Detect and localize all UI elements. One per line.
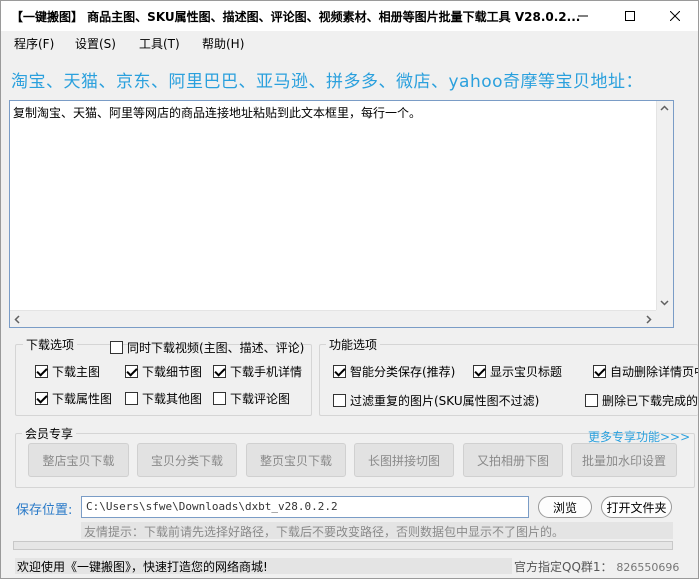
download-main-box[interactable] [35,365,48,378]
status-bar: 欢迎使用《一键搬图》，快速打造您的网络商城! 官方指定QQ群1： 8265506… [9,556,692,576]
download-main-label: 下载主图 [52,365,101,379]
filter-duplicate-checkbox[interactable]: 过滤重复的图片(SKU属性图不过滤) [333,392,539,409]
url-textarea-text: 复制淘宝、天猫、阿里等网店的商品连接地址粘贴到此文本框里，每行一个。 [13,106,422,120]
download-other-checkbox[interactable]: 下载其他图 [125,390,202,407]
download-detail-checkbox[interactable]: 下载细节图 [125,363,202,380]
status-welcome: 欢迎使用《一键搬图》，快速打造您的网络商城! [15,558,512,574]
scroll-left-icon[interactable] [14,315,20,324]
url-textarea[interactable]: 复制淘宝、天猫、阿里等网店的商品连接地址粘贴到此文本框里，每行一个。 [9,100,674,328]
video-download-label: 同时下载视频(主图、描述、评论) [127,341,305,355]
shop-download-button[interactable]: 整店宝贝下载 [28,443,129,477]
filter-duplicate-label: 过滤重复的图片(SKU属性图不过滤) [350,394,540,408]
download-other-box[interactable] [125,392,138,405]
url-heading: 淘宝、天猫、京东、阿里巴巴、亚马逊、拼多多、微店、yahoo奇摩等宝贝地址： [11,72,644,92]
menu-settings[interactable]: 设置(S) [75,35,116,52]
download-mobile-detail-box[interactable] [213,365,226,378]
video-download-checkbox[interactable]: 同时下载视频(主图、描述、评论) [110,339,304,356]
show-title-box[interactable] [473,365,486,378]
auto-delete-detail-box[interactable] [593,365,606,378]
maximize-icon [625,11,635,21]
download-review-label: 下载评论图 [230,392,291,406]
save-path-input[interactable]: C:\Users\sfwe\Downloads\dxbt_v28.0.2.2 [81,496,529,518]
download-main-checkbox[interactable]: 下载主图 [35,363,100,380]
smart-save-checkbox[interactable]: 智能分类保存(推荐) [333,363,455,380]
delete-downloaded-box[interactable] [585,394,598,407]
title-bar: 【一键搬图】 商品主图、SKU属性图、描述图、评论图、视频素材、相册等图片批量下… [1,1,698,31]
show-title-label: 显示宝贝标题 [490,365,563,379]
function-options-label: 功能选项 [326,336,381,353]
download-options-label: 下载选项 [23,336,78,353]
browse-button[interactable]: 浏览 [538,496,592,518]
progress-bar [13,541,673,550]
maximize-button[interactable] [607,1,653,31]
filter-duplicate-box[interactable] [333,394,346,407]
long-image-button[interactable]: 长图拼接切图 [354,443,454,477]
tip-text: 友情提示：下载前请先选择好路径，下载后不要改变路径，否则数据包中显示不了图片的。 [81,522,673,539]
scroll-right-icon[interactable] [646,315,652,324]
download-mobile-detail-label: 下载手机详情 [230,365,303,379]
window-title: 【一键搬图】 商品主图、SKU属性图、描述图、评论图、视频素材、相册等图片批量下… [11,10,581,24]
status-qq: 官方指定QQ群1： 826550696 [514,558,679,575]
download-review-box[interactable] [213,392,226,405]
download-other-label: 下载其他图 [142,392,203,406]
download-attr-label: 下载属性图 [52,392,113,406]
smart-save-box[interactable] [333,365,346,378]
close-button[interactable] [652,1,698,31]
close-icon [670,11,680,21]
video-download-box[interactable] [110,341,123,354]
download-attr-checkbox[interactable]: 下载属性图 [35,390,112,407]
delete-downloaded-label: 删除已下载完成的 [602,394,699,408]
member-label: 会员专享 [22,425,77,442]
download-mobile-detail-checkbox[interactable]: 下载手机详情 [213,363,302,380]
download-review-checkbox[interactable]: 下载评论图 [213,390,290,407]
save-location-label: 保存位置: [16,503,73,518]
show-title-checkbox[interactable]: 显示宝贝标题 [473,363,562,380]
menu-tools[interactable]: 工具(T) [139,35,180,52]
page-download-button[interactable]: 整页宝贝下载 [246,443,346,477]
menu-help[interactable]: 帮助(H) [202,35,244,52]
scroll-down-icon[interactable] [660,300,669,306]
auto-delete-detail-checkbox[interactable]: 自动删除详情页中 [593,363,699,380]
category-download-button[interactable]: 宝贝分类下载 [137,443,237,477]
minimize-button[interactable] [560,1,606,31]
horizontal-scrollbar[interactable] [10,310,656,327]
album-download-button[interactable]: 又拍相册下图 [463,443,563,477]
scroll-up-icon[interactable] [660,105,669,111]
smart-save-label: 智能分类保存(推荐) [350,365,456,379]
scroll-corner [656,310,673,327]
menu-bar: 程序(F) 设置(S) 工具(T) 帮助(H) [1,31,698,55]
open-folder-button[interactable]: 打开文件夹 [601,496,672,518]
qq-number: 826550696 [616,561,680,574]
app-window: 【一键搬图】 商品主图、SKU属性图、描述图、评论图、视频素材、相册等图片批量下… [0,0,699,579]
auto-delete-detail-label: 自动删除详情页中 [610,365,699,379]
qq-label: 官方指定QQ群1： [514,560,613,574]
download-detail-label: 下载细节图 [142,365,203,379]
vertical-scrollbar[interactable] [656,101,673,310]
download-detail-box[interactable] [125,365,138,378]
download-attr-box[interactable] [35,392,48,405]
minimize-icon [578,15,588,17]
delete-downloaded-checkbox[interactable]: 删除已下载完成的 [585,392,698,409]
watermark-button[interactable]: 批量加水印设置 [571,443,677,477]
menu-program[interactable]: 程序(F) [14,35,54,52]
